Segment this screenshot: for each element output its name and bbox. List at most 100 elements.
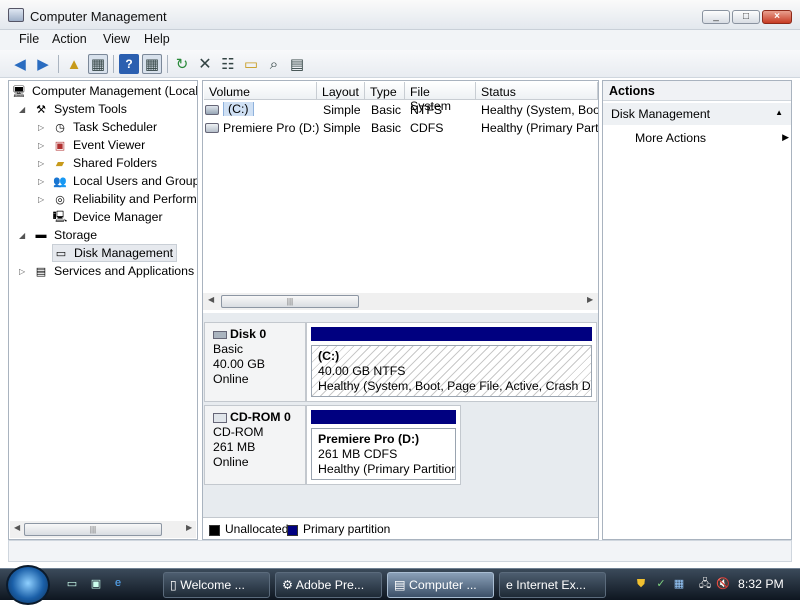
show-desktop-icon[interactable]: ▭ <box>64 577 80 591</box>
scroll-thumb[interactable]: ||| <box>221 295 359 308</box>
forward-arrow-icon[interactable]: ▶ <box>33 54 53 74</box>
title-bar: Computer Management _ □ × <box>0 0 800 30</box>
refresh-icon[interactable]: ↻ <box>172 54 192 74</box>
expand-arrow-icon[interactable]: ▷ <box>38 177 48 186</box>
tree-horizontal-scrollbar[interactable]: ◀ ||| ▶ <box>10 521 196 538</box>
expand-arrow-icon[interactable]: ▷ <box>19 267 29 276</box>
taskbar-button-label: Adobe Pre... <box>295 578 365 592</box>
taskbar-button-welcome[interactable]: ▯ Welcome ... <box>163 572 270 598</box>
clock-icon: ◷ <box>55 121 65 134</box>
partition-d[interactable]: Premiere Pro (D:) 261 MB CDFS Healthy (P… <box>306 405 461 485</box>
column-header-type[interactable]: Type <box>365 82 405 100</box>
cdrom-0-info[interactable]: CD-ROM 0 CD-ROM 261 MB Online <box>204 405 306 485</box>
menu-help[interactable]: Help <box>144 32 170 46</box>
menu-file[interactable]: File <box>19 32 39 46</box>
users-icon: 👥 <box>53 175 67 188</box>
scroll-thumb[interactable]: ||| <box>24 523 162 536</box>
tree-item-computer-management[interactable]: 🖥 Computer Management (Local <box>11 82 197 100</box>
tree-item-disk-management[interactable]: ▭ Disk Management <box>52 244 178 262</box>
expand-arrow-icon[interactable]: ▷ <box>38 141 48 150</box>
taskbar-button-computer-management[interactable]: ▤ Computer ... <box>387 572 494 598</box>
back-arrow-icon[interactable]: ◀ <box>10 54 30 74</box>
hard-disk-icon <box>213 330 227 339</box>
more-actions-item[interactable]: More Actions ▶ <box>635 131 789 145</box>
scroll-right-icon[interactable]: ▶ <box>186 523 192 532</box>
expand-arrow-icon[interactable]: ▷ <box>38 195 48 204</box>
switch-windows-icon[interactable]: ▣ <box>88 577 104 591</box>
partition-title: Premiere Pro (D:) <box>318 432 420 446</box>
column-header-volume[interactable]: Volume <box>204 82 317 100</box>
legend-unallocated: Unallocated <box>225 522 289 536</box>
device-manager-icon: 🖳 <box>52 210 68 223</box>
tree-item-event-viewer[interactable]: ▷ ▣ Event Viewer <box>38 136 145 154</box>
disk-0-info[interactable]: Disk 0 Basic 40.00 GB Online <box>204 322 306 402</box>
primary-partition-bar <box>311 327 592 341</box>
properties-icon[interactable]: ☷ <box>218 54 238 74</box>
security-shield-icon[interactable]: ⛊ <box>634 577 648 591</box>
volume-layout: Simple <box>323 121 361 135</box>
network-icon[interactable]: 🖧 <box>698 577 712 591</box>
actions-section-disk-management[interactable]: Disk Management ▲ <box>603 103 791 125</box>
scroll-left-icon[interactable]: ◀ <box>14 523 20 532</box>
taskbar-button-internet-explorer[interactable]: e Internet Ex... <box>499 572 606 598</box>
disk-size: 40.00 GB <box>213 357 265 371</box>
menu-view[interactable]: View <box>103 32 130 46</box>
taskbar-button-label: Welcome ... <box>180 578 245 592</box>
start-orb-icon[interactable] <box>6 565 50 605</box>
tray-network-icon[interactable]: ✓ <box>654 577 668 591</box>
shared-folder-icon: ▰ <box>55 157 65 170</box>
volume-name[interactable]: (C:) <box>223 102 254 116</box>
tree-label: Local Users and Groups <box>73 174 198 188</box>
open-folder-icon[interactable]: ▭ <box>241 54 261 74</box>
tree-item-services[interactable]: ▷ ▤ Services and Applications <box>19 262 194 280</box>
collapse-up-icon[interactable]: ▲ <box>775 108 783 117</box>
tree-item-shared-folders[interactable]: ▷ ▰ Shared Folders <box>38 154 157 172</box>
expand-arrow-icon[interactable]: ▷ <box>38 123 48 132</box>
show-hide-action-pane-icon[interactable]: ▦ <box>142 54 162 74</box>
tree-label: System Tools <box>54 102 127 116</box>
taskbar-clock[interactable]: 8:32 PM <box>738 577 784 591</box>
partition-d-body[interactable]: Premiere Pro (D:) 261 MB CDFS Healthy (P… <box>311 428 456 480</box>
show-hide-tree-icon[interactable]: ▦ <box>88 54 108 74</box>
maximize-button[interactable]: □ <box>732 10 760 24</box>
delete-icon[interactable]: ✕ <box>195 54 215 74</box>
tree-item-task-scheduler[interactable]: ▷ ◷ Task Scheduler <box>38 118 157 136</box>
taskbar-button-adobe[interactable]: ⚙ Adobe Pre... <box>275 572 382 598</box>
table-row[interactable]: (C:) <box>223 102 254 116</box>
menu-action[interactable]: Action <box>52 32 87 46</box>
scroll-right-icon[interactable]: ▶ <box>587 295 593 304</box>
column-header-layout[interactable]: Layout <box>317 82 365 100</box>
disk-management-icon: ▭ <box>55 247 67 260</box>
search-icon[interactable]: ⌕ <box>264 54 284 74</box>
tree-label: Services and Applications <box>54 264 195 278</box>
help-icon[interactable]: ? <box>119 54 139 74</box>
tree-item-storage[interactable]: ◢ ▬ Storage <box>19 226 97 244</box>
tree-item-device-manager[interactable]: 🖳 Device Manager <box>52 208 163 226</box>
internet-explorer-icon[interactable]: e <box>110 577 126 591</box>
close-button[interactable]: × <box>762 10 792 24</box>
volume-file-system: CDFS <box>410 121 444 135</box>
disk-kind: CD-ROM <box>213 425 264 439</box>
volume-list-horizontal-scrollbar[interactable]: ◀ ||| ▶ <box>203 293 598 310</box>
volume-muted-icon[interactable]: 🔇 <box>716 577 730 591</box>
up-folder-icon[interactable]: ▲ <box>64 54 84 74</box>
scroll-left-icon[interactable]: ◀ <box>208 295 214 304</box>
volume-layout: Simple <box>323 103 361 117</box>
expand-arrow-icon[interactable]: ▷ <box>38 159 48 168</box>
tree-item-system-tools[interactable]: ◢ ⚒ System Tools <box>19 100 127 118</box>
taskbar-button-label: Internet Ex... <box>516 578 586 592</box>
column-header-file-system[interactable]: File System <box>405 82 476 113</box>
disk-name: Disk 0 <box>230 327 267 341</box>
minimize-button[interactable]: _ <box>702 10 730 24</box>
tree-item-local-users[interactable]: ▷ 👥 Local Users and Groups <box>38 172 198 190</box>
partition-c[interactable]: (C:) 40.00 GB NTFS Healthy (System, Boot… <box>306 322 597 402</box>
help-topics-icon[interactable]: ▤ <box>287 54 307 74</box>
partition-c-body[interactable]: (C:) 40.00 GB NTFS Healthy (System, Boot… <box>311 345 592 397</box>
tray-app-icon[interactable]: ▦ <box>672 577 686 591</box>
volume-name[interactable]: Premiere Pro (D:) <box>223 121 319 135</box>
column-header-status[interactable]: Status <box>476 82 598 100</box>
collapse-arrow-icon[interactable]: ◢ <box>19 105 29 114</box>
volume-file-system: NTFS <box>410 103 443 117</box>
collapse-arrow-icon[interactable]: ◢ <box>19 231 29 240</box>
tree-item-reliability[interactable]: ▷ ◎ Reliability and Performa <box>38 190 197 208</box>
